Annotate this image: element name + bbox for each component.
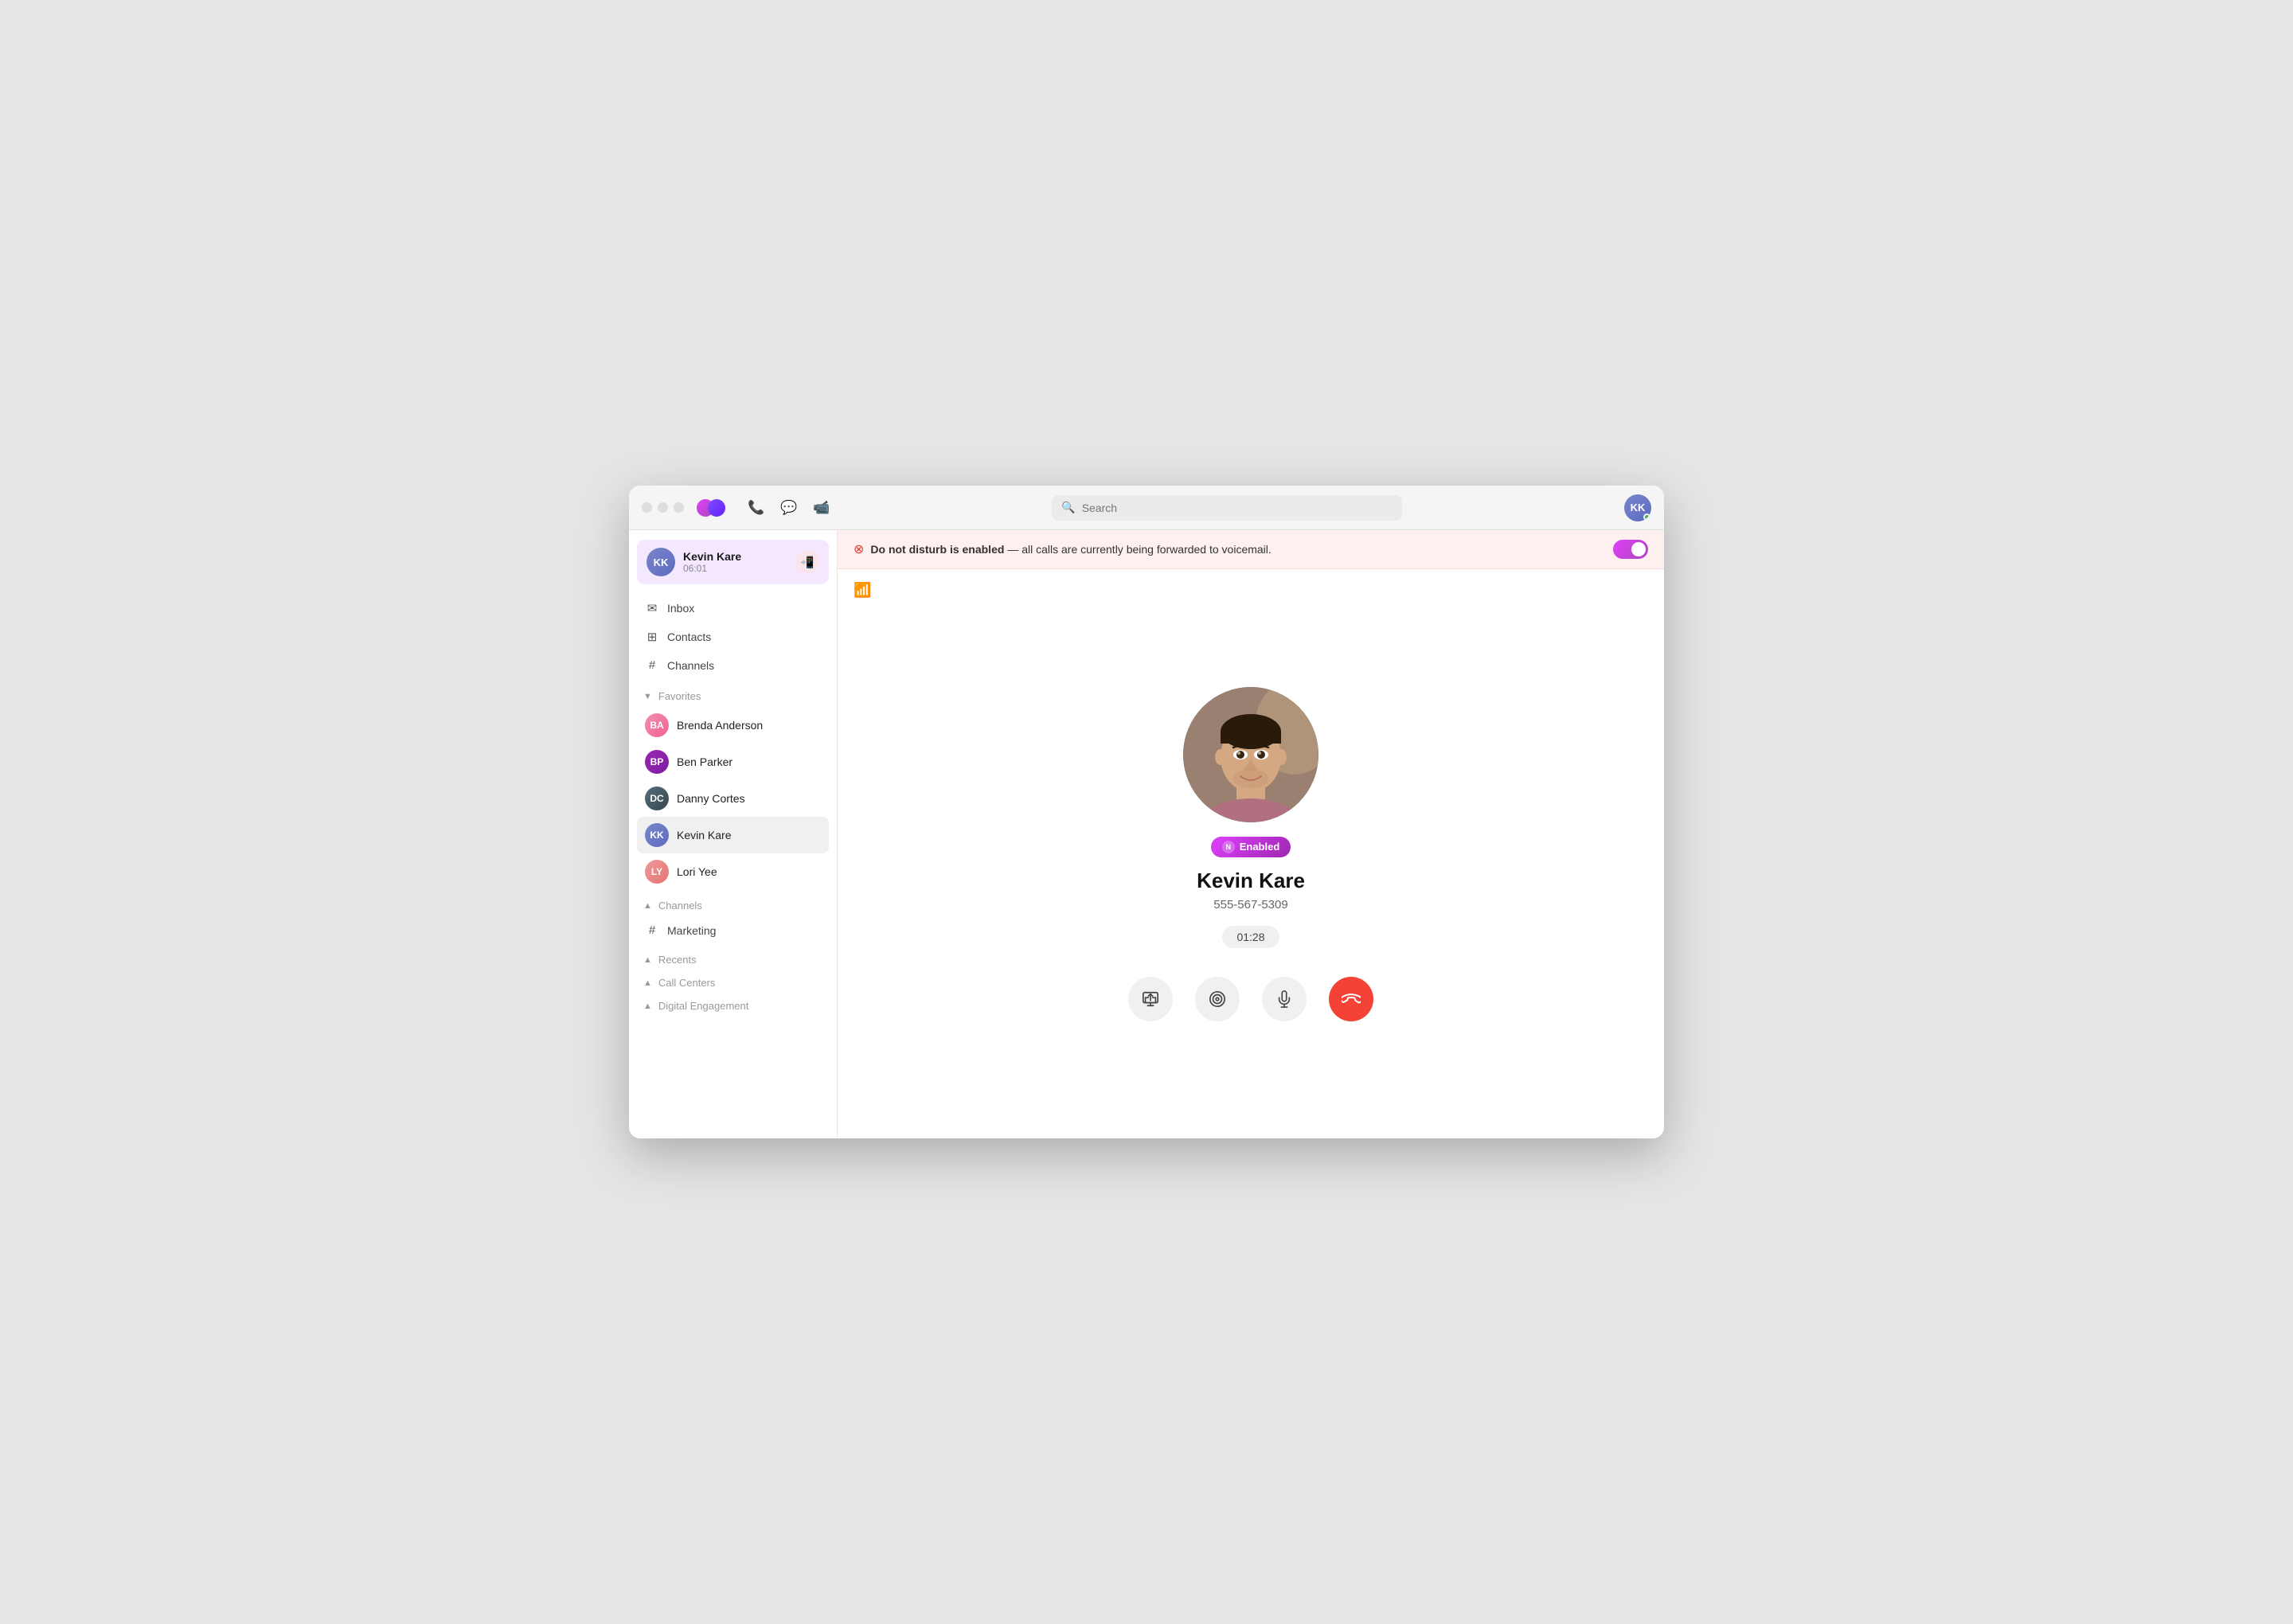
search-icon: 🔍	[1061, 501, 1075, 514]
recents-chevron-icon: ▲	[643, 955, 652, 965]
sidebar: KK Kevin Kare 06:01 📲 ✉ Inbox ⊞ Contacts	[629, 530, 838, 1138]
sidebar-item-ben[interactable]: BP Ben Parker	[637, 744, 829, 780]
favorites-section-header[interactable]: ▼ Favorites	[629, 682, 837, 705]
contacts-icon: ⊞	[645, 630, 659, 644]
signal-bars-icon: 📶	[854, 582, 871, 599]
favorites-label: Favorites	[658, 690, 701, 702]
call-view: 📶	[838, 569, 1664, 1138]
channels-section-label: Channels	[658, 900, 702, 912]
sidebar-item-danny[interactable]: DC Danny Cortes	[637, 780, 829, 817]
call-timer: 01:28	[1222, 926, 1279, 948]
sidebar-item-brenda[interactable]: BA Brenda Anderson	[637, 707, 829, 744]
recents-label: Recents	[658, 954, 697, 966]
titlebar-icons: 📞 💬 📹	[748, 500, 830, 516]
sidebar-item-contacts[interactable]: ⊞ Contacts	[637, 623, 829, 651]
marketing-label: Marketing	[667, 924, 716, 937]
sidebar-item-inbox[interactable]: ✉ Inbox	[637, 594, 829, 623]
dnd-bold: Do not disturb is enabled	[870, 543, 1004, 556]
chat-icon[interactable]: 💬	[780, 500, 797, 516]
search-input[interactable]	[1082, 502, 1393, 514]
enabled-badge: N Enabled	[1211, 837, 1291, 857]
badge-logo-icon: N	[1222, 841, 1235, 853]
caller-number: 555-567-5309	[1213, 898, 1287, 912]
danny-avatar: DC	[645, 787, 669, 810]
kevin-avatar: KK	[645, 823, 669, 847]
recents-section-header[interactable]: ▲ Recents	[629, 946, 837, 969]
caller-avatar	[1183, 687, 1318, 822]
call-centers-label: Call Centers	[658, 977, 716, 989]
digital-engagement-section-header[interactable]: ▲ Digital Engagement	[629, 992, 837, 1015]
dnd-toggle[interactable]	[1613, 540, 1648, 559]
traffic-lights	[642, 502, 684, 513]
dnd-detail: — all calls are currently being forwarde…	[1007, 543, 1271, 556]
titlebar-right: KK	[1624, 494, 1651, 521]
user-avatar[interactable]: KK	[1624, 494, 1651, 521]
avatar-initials: KK	[1631, 502, 1646, 513]
call-centers-chevron-icon: ▲	[643, 978, 652, 988]
incoming-call-icon[interactable]: 📲	[795, 550, 819, 574]
active-call-item[interactable]: KK Kevin Kare 06:01 📲	[637, 540, 829, 584]
digital-engagement-chevron-icon: ▲	[643, 1001, 652, 1011]
channels-top-label: Channels	[667, 659, 714, 672]
sidebar-item-marketing[interactable]: # Marketing	[637, 916, 829, 944]
dnd-bold-text: Do not disturb is enabled — all calls ar…	[870, 543, 1271, 556]
call-centers-section-header[interactable]: ▲ Call Centers	[629, 969, 837, 992]
dnd-toggle-container	[1613, 540, 1648, 559]
lori-name: Lori Yee	[677, 865, 717, 878]
inbox-icon: ✉	[645, 601, 659, 615]
dnd-message: ⊗ Do not disturb is enabled — all calls …	[854, 541, 1272, 557]
screen-share-button[interactable]	[1128, 977, 1173, 1021]
dnd-banner: ⊗ Do not disturb is enabled — all calls …	[838, 530, 1664, 569]
favorites-chevron-icon: ▼	[643, 692, 652, 701]
end-call-button[interactable]	[1329, 977, 1373, 1021]
minimize-button[interactable]	[658, 502, 668, 513]
app-window: 📞 💬 📹 🔍 KK KK Kevin Kare 06:01	[629, 486, 1664, 1138]
video-icon[interactable]: 📹	[813, 500, 830, 516]
call-info: Kevin Kare 06:01	[683, 550, 787, 574]
ben-avatar: BP	[645, 750, 669, 774]
brenda-name: Brenda Anderson	[677, 719, 763, 732]
call-avatar: KK	[646, 548, 675, 576]
danny-name: Danny Cortes	[677, 792, 745, 805]
content-area: ⊗ Do not disturb is enabled — all calls …	[838, 530, 1664, 1138]
call-duration: 06:01	[683, 563, 787, 574]
phone-down-icon: 📲	[800, 556, 814, 569]
lori-avatar: LY	[645, 860, 669, 884]
badge-label: Enabled	[1240, 841, 1280, 853]
phone-icon[interactable]: 📞	[748, 500, 764, 516]
marketing-icon: #	[645, 923, 659, 937]
dnd-icon: ⊗	[854, 541, 864, 557]
brenda-avatar: BA	[645, 713, 669, 737]
sidebar-nav: ✉ Inbox ⊞ Contacts # Channels	[629, 591, 837, 682]
inbox-label: Inbox	[667, 602, 694, 615]
kevin-name: Kevin Kare	[677, 829, 731, 841]
app-logo	[697, 499, 725, 517]
channels-section-header[interactable]: ▲ Channels	[629, 892, 837, 915]
main-layout: KK Kevin Kare 06:01 📲 ✉ Inbox ⊞ Contacts	[629, 530, 1664, 1138]
call-contact-name: Kevin Kare	[683, 550, 787, 563]
online-status-dot	[1643, 513, 1650, 521]
sidebar-item-lori[interactable]: LY Lori Yee	[637, 853, 829, 890]
maximize-button[interactable]	[674, 502, 684, 513]
search-bar[interactable]: 🔍	[1052, 495, 1402, 521]
contacts-label: Contacts	[667, 630, 711, 643]
channels-list: # Marketing	[629, 915, 837, 946]
logo-right	[708, 499, 725, 517]
titlebar: 📞 💬 📹 🔍 KK	[629, 486, 1664, 530]
target-button[interactable]	[1195, 977, 1240, 1021]
favorites-list: BA Brenda Anderson BP Ben Parker DC Dann…	[629, 705, 837, 892]
caller-name: Kevin Kare	[1197, 869, 1305, 893]
sidebar-item-kevin[interactable]: KK Kevin Kare	[637, 817, 829, 853]
digital-engagement-label: Digital Engagement	[658, 1000, 748, 1012]
channels-top-icon: #	[645, 658, 659, 672]
channels-chevron-icon: ▲	[643, 901, 652, 911]
close-button[interactable]	[642, 502, 652, 513]
mute-button[interactable]	[1262, 977, 1307, 1021]
sidebar-item-channels-top[interactable]: # Channels	[637, 651, 829, 679]
ben-name: Ben Parker	[677, 755, 732, 768]
call-controls	[1128, 977, 1373, 1021]
